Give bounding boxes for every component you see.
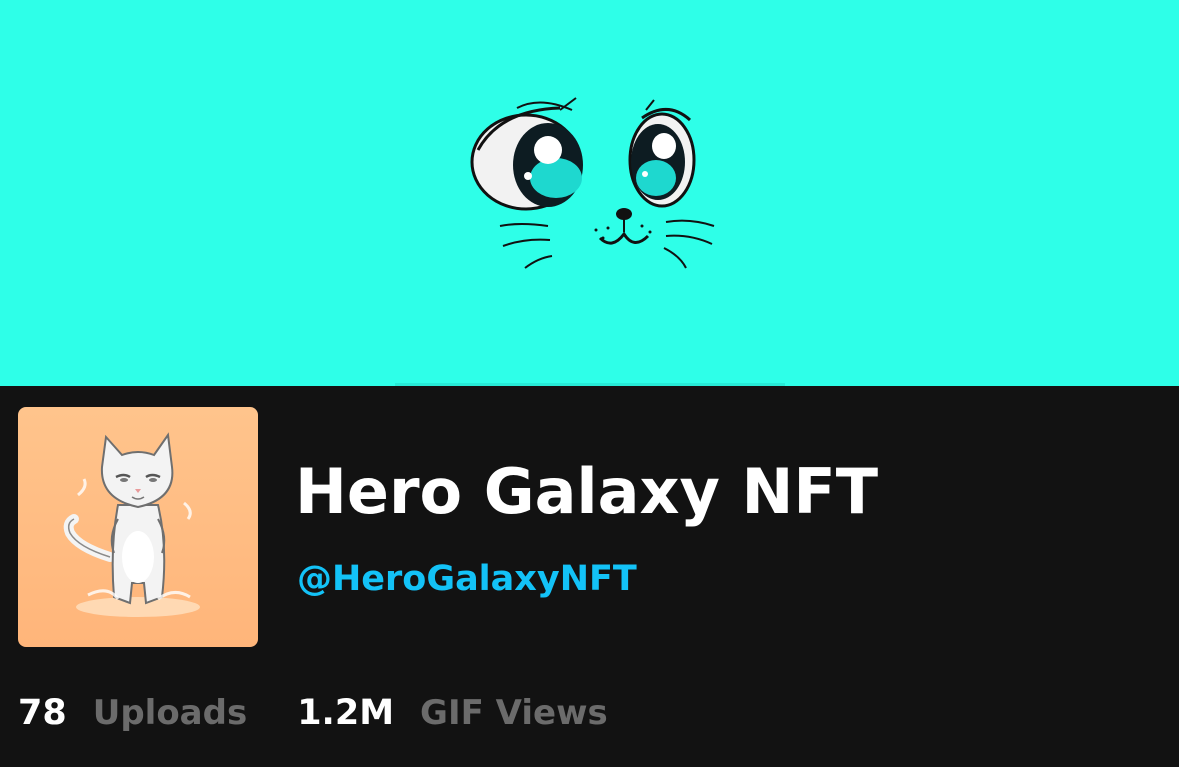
profile-stats: 78 Uploads 1.2M GIF Views xyxy=(18,688,608,738)
stat-uploads-label: Uploads xyxy=(92,693,248,733)
profile-handle-link[interactable]: @HeroGalaxyNFT xyxy=(297,557,637,601)
stat-uploads-value: 78 xyxy=(18,693,67,733)
cat-face-illustration xyxy=(470,97,715,269)
cat-right-eye xyxy=(628,99,696,208)
profile-display-name: Hero Galaxy NFT xyxy=(295,455,879,528)
stat-gif-views: 1.2M GIF Views xyxy=(297,693,608,733)
cat-left-eye xyxy=(470,97,583,211)
avatar[interactable] xyxy=(18,407,258,647)
white-cat-avatar-icon xyxy=(18,407,258,647)
stat-gif-views-label: GIF Views xyxy=(420,693,608,733)
cat-nose-mouth xyxy=(594,208,652,245)
stat-gif-views-value: 1.2M xyxy=(297,693,395,733)
profile-header: Hero Galaxy NFT @HeroGalaxyNFT 78 Upload… xyxy=(0,386,1179,767)
stat-uploads[interactable]: 78 Uploads xyxy=(18,693,247,733)
profile-banner xyxy=(0,0,1179,386)
